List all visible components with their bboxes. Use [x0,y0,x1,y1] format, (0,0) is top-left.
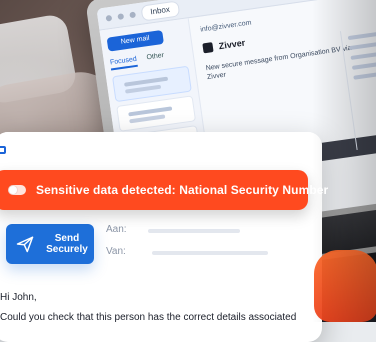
side-line [351,59,376,70]
side-line [350,49,376,60]
sensitive-data-alert: Sensitive data detected: National Securi… [0,170,328,210]
mail-icon [0,146,6,154]
side-pane [339,23,376,151]
tab-focused[interactable]: Focused [109,55,138,71]
brand-name: Zivver [218,37,246,52]
window-control-icon [105,14,113,22]
zivver-logo-icon [202,42,214,54]
to-label: Aan: [106,224,127,235]
paper-plane-icon [16,235,34,253]
browser-tab[interactable]: Inbox [140,0,180,22]
window-control-icon [129,11,136,18]
message-line: Could you check that this person has the… [0,312,297,323]
message-line [129,114,166,124]
send-securely-label-line: Securely [46,244,88,255]
message-line [128,106,173,117]
side-line [349,39,376,51]
new-mail-button[interactable]: New mail [106,29,164,52]
tab-other[interactable]: Other [146,52,165,65]
side-line [347,29,376,41]
coffee-cup-right [314,250,376,322]
to-field[interactable] [148,229,240,233]
alert-text: Sensitive data detected: National Securi… [36,183,329,197]
side-line [353,69,376,80]
send-securely-label-line: Send [54,233,80,244]
window-control-icon [117,12,125,20]
greeting: Hi John, [0,292,37,303]
card-top [0,132,322,166]
message-line [124,76,169,87]
from-label: Van: [106,246,126,257]
toggle-icon[interactable] [8,185,26,195]
send-securely-button[interactable]: Send Securely [6,224,94,264]
secure-message-notice: New secure message from Organisation BV … [205,44,352,81]
from-field[interactable] [152,251,268,255]
send-securely-label: Send Securely [44,233,90,255]
message-line [124,84,162,94]
